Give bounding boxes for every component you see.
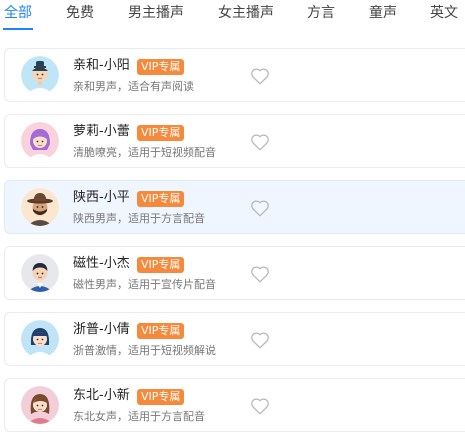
tab-all[interactable]: 全部 [4, 4, 32, 22]
favorite-heart-icon[interactable] [249, 395, 271, 417]
favorite-heart-icon[interactable] [249, 65, 271, 87]
voice-description: 浙普激情，适用于短视频解说 [73, 344, 216, 357]
voice-description: 亲和男声，适合有声阅读 [73, 80, 194, 93]
avatar-woman-brown-hair-icon [21, 386, 59, 424]
favorite-heart-icon[interactable] [249, 197, 271, 219]
avatar-boy-hat-icon [21, 56, 59, 94]
tab-free[interactable]: 免费 [66, 4, 94, 22]
vip-badge: VIP专属 [137, 191, 185, 207]
voice-name: 浙普-小倩 [73, 322, 130, 337]
voice-name: 萝莉-小蕾 [73, 124, 130, 139]
favorite-heart-icon[interactable] [249, 263, 271, 285]
voice-card[interactable]: 浙普-小倩 VIP专属 浙普激情，适用于短视频解说 [4, 312, 465, 366]
vip-badge: VIP专属 [137, 257, 185, 273]
avatar-girl-purple-hair-icon [21, 122, 59, 160]
voice-name: 东北-小新 [73, 388, 130, 403]
voice-card[interactable]: 磁性-小杰 VIP专属 磁性男声，适用于宣传片配音 [4, 246, 465, 300]
avatar-man-cowboy-hat-icon [21, 188, 59, 226]
voice-name: 磁性-小杰 [73, 256, 130, 271]
voice-description: 清脆嘹亮，适用于短视频配音 [73, 146, 216, 159]
voice-description: 陕西男声，适用于方言配音 [73, 212, 205, 225]
voice-category-tabs: 全部 免费 男主播声 女主播声 方言 童声 英文 [0, 0, 465, 34]
vip-badge: VIP专属 [137, 59, 185, 75]
voice-card[interactable]: 东北-小新 VIP专属 东北女声，适用于方言配音 [4, 378, 465, 432]
vip-badge: VIP专属 [137, 323, 185, 339]
favorite-heart-icon[interactable] [249, 131, 271, 153]
voice-name: 亲和-小阳 [73, 58, 130, 73]
vip-badge: VIP专属 [137, 125, 185, 141]
vip-badge: VIP专属 [137, 389, 185, 405]
active-tab-underline [3, 28, 33, 30]
voice-description: 磁性男声，适用于宣传片配音 [73, 278, 216, 291]
voice-name: 陕西-小平 [73, 190, 130, 205]
favorite-heart-icon[interactable] [249, 329, 271, 351]
voice-card[interactable]: 萝莉-小蕾 VIP专属 清脆嘹亮，适用于短视频配音 [4, 114, 465, 168]
tab-male-anchor[interactable]: 男主播声 [128, 4, 184, 22]
tab-child-voice[interactable]: 童声 [369, 4, 397, 22]
tab-dialect[interactable]: 方言 [307, 4, 335, 22]
tab-female-anchor[interactable]: 女主播声 [218, 4, 274, 22]
avatar-man-suit-icon [21, 254, 59, 292]
voice-description: 东北女声，适用于方言配音 [73, 410, 205, 423]
voice-card[interactable]: 亲和-小阳 VIP专属 亲和男声，适合有声阅读 [4, 48, 465, 102]
voice-card-selected[interactable]: 陕西-小平 VIP专属 陕西男声，适用于方言配音 [4, 180, 465, 234]
avatar-girl-blue-bob-icon [21, 320, 59, 358]
tab-english[interactable]: 英文 [430, 4, 458, 22]
